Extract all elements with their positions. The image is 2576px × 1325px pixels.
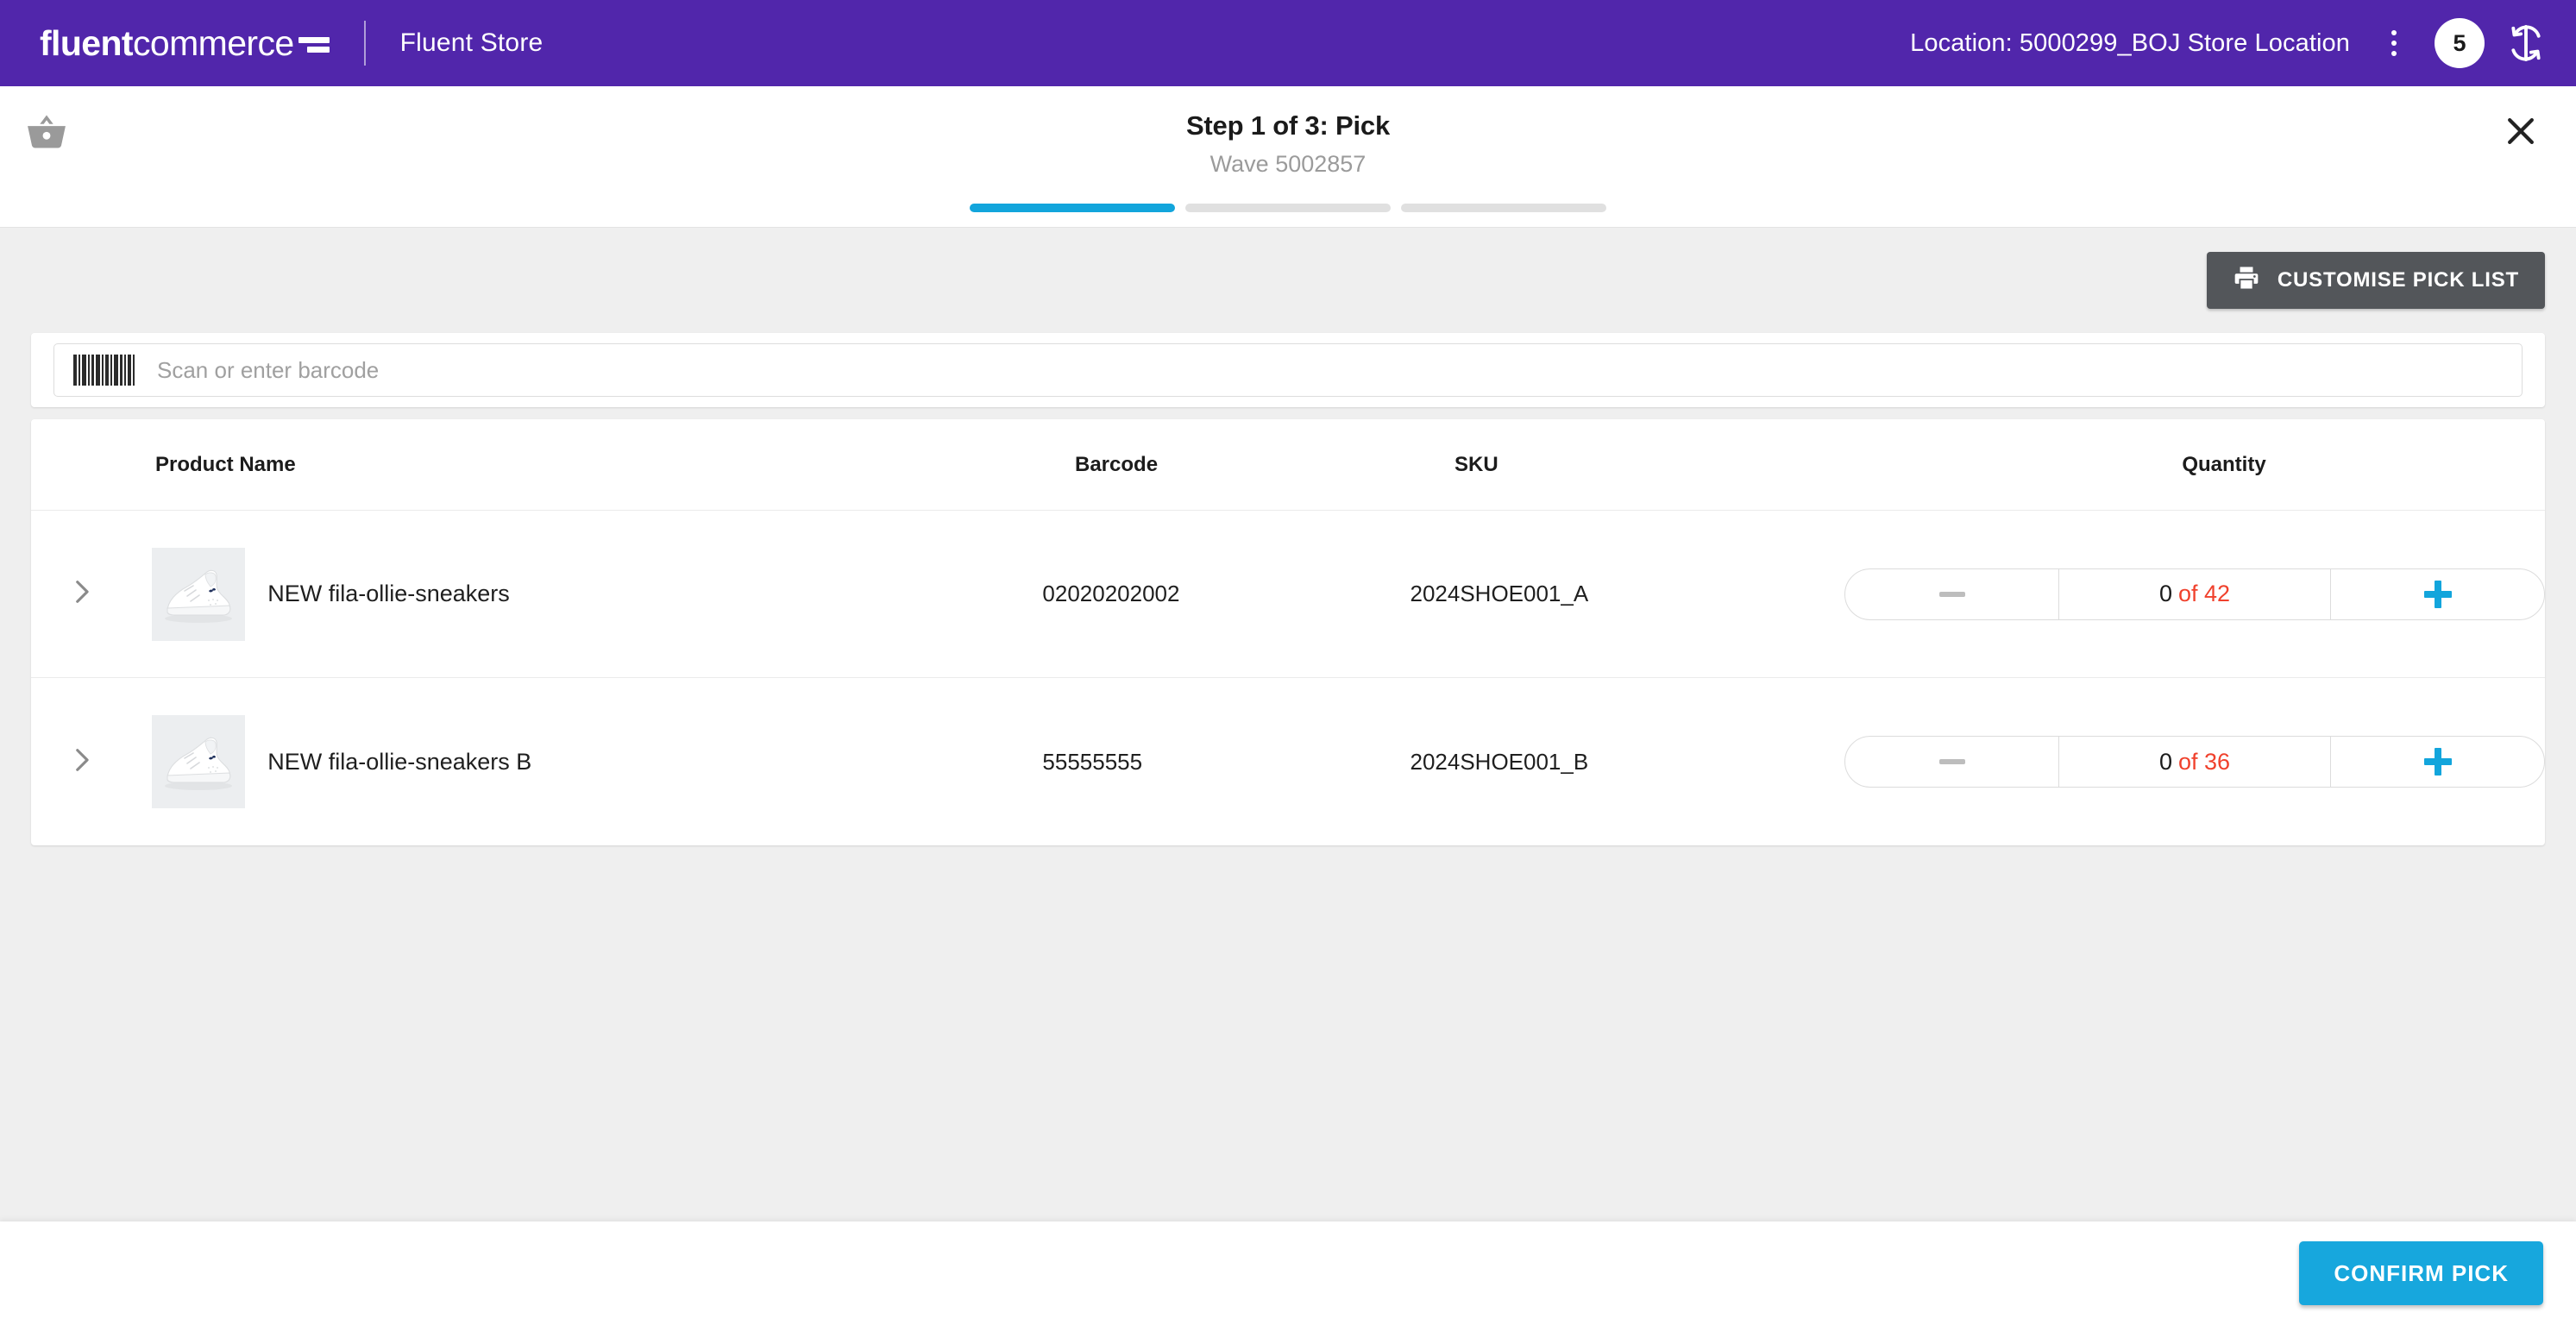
decrement-quantity-button[interactable] [1845,568,2059,619]
product-barcode: 55555555 [1042,748,1143,775]
progress-segment-2 [1185,204,1391,212]
increment-quantity-button[interactable] [2330,568,2544,619]
confirm-pick-button[interactable]: CONFIRM PICK [2299,1241,2543,1305]
sneaker-product-image [152,715,246,808]
column-header-product-name: Product Name [155,452,296,476]
step-progress-indicator [960,204,1616,212]
column-header-sku: SKU [1454,452,1498,476]
barcode-icon [73,355,135,386]
column-header-quantity: Quantity [2182,452,2266,476]
step-header: Step 1 of 3: Pick Wave 5002857 [0,86,2576,228]
notification-count-badge[interactable]: 5 [2435,18,2485,68]
footer-action-bar: CONFIRM PICK [0,1221,2576,1325]
product-sku: 2024SHOE001_B [1410,748,1589,775]
decrement-quantity-button[interactable] [1845,737,2059,787]
customise-pick-list-button[interactable]: CUSTOMISE PICK LIST [2206,252,2545,309]
logo-wordmark: fluentcommerce [40,22,294,63]
progress-segment-3 [1401,204,1606,212]
brand-logo[interactable]: fluentcommerce [40,22,330,63]
product-cell: NEW fila-ollie-sneakers B [131,715,1042,808]
product-barcode: 02020202002 [1042,581,1180,606]
customise-pick-list-label: CUSTOMISE PICK LIST [2277,268,2519,292]
plus-icon [2423,580,2452,608]
column-header-barcode: Barcode [1075,452,1159,476]
minus-icon [1938,759,1965,764]
toolbar-row: CUSTOMISE PICK LIST [31,228,2545,309]
step-info: Step 1 of 3: Pick Wave 5002857 [960,86,1616,212]
table-row[interactable]: NEW fila-ollie-sneakers B 55555555 2024S… [31,678,2545,845]
app-title: Fluent Store [399,28,543,57]
close-icon[interactable] [2502,112,2540,154]
increment-quantity-button[interactable] [2330,737,2544,787]
sneaker-product-image [152,547,246,641]
top-navigation-bar: fluentcommerce Fluent Store Location: 50… [0,0,2576,86]
location-label: Location: 5000299_BOJ Store Location [1910,28,2350,57]
shopping-basket-icon [22,109,71,161]
product-cell: NEW fila-ollie-sneakers [131,547,1042,641]
quantity-stepper: 0 of 36 [1844,736,2545,788]
expand-row-toggle[interactable] [31,745,131,779]
table-row[interactable]: NEW fila-ollie-sneakers 02020202002 2024… [31,511,2545,678]
pick-list-table: Product Name Barcode SKU Quantity NEW fi… [31,419,2545,845]
printer-icon [2233,264,2260,298]
product-name: NEW fila-ollie-sneakers B [267,748,532,775]
product-sku: 2024SHOE001_A [1410,581,1589,606]
quantity-required: of 42 [2177,581,2231,606]
search-input[interactable] [157,356,2503,384]
table-header-row: Product Name Barcode SKU Quantity [31,419,2545,511]
page-title: Step 1 of 3: Pick [1185,110,1391,141]
pick-wave-screen: fluentcommerce Fluent Store Location: 50… [0,0,2576,1325]
more-vertical-icon[interactable] [2369,18,2419,68]
logo-word-fluent: fluent [40,22,134,63]
quantity-cell: 0 of 42 [1844,568,2545,620]
progress-segment-1 [970,204,1175,212]
quantity-value: 0 of 42 [2059,569,2330,619]
quantity-required: of 36 [2177,748,2231,775]
barcode-scan-bar [31,333,2545,407]
quantity-picked: 0 [2158,748,2172,775]
barcode-scan-field[interactable] [53,343,2523,397]
chevron-right-icon[interactable] [66,745,96,779]
expand-row-toggle[interactable] [31,577,131,611]
product-name: NEW fila-ollie-sneakers [267,581,510,606]
logo-word-commerce: commerce [133,22,294,63]
header-actions: Location: 5000299_BOJ Store Location 5 [1910,18,2545,68]
main-content: CUSTOMISE PICK LIST Product Name Barcode… [0,228,2576,1221]
chevron-right-icon[interactable] [66,577,96,611]
wave-subtitle: Wave 5002857 [1209,151,1367,177]
header-divider [363,21,366,66]
quantity-stepper: 0 of 42 [1844,568,2545,620]
minus-icon [1938,591,1965,597]
quantity-value: 0 of 36 [2059,737,2330,787]
quantity-picked: 0 [2158,581,2172,606]
fluentcommerce-mark-icon [298,28,330,58]
quantity-cell: 0 of 36 [1844,736,2545,788]
plus-icon [2423,748,2452,776]
sync-refresh-icon[interactable] [2507,24,2545,62]
